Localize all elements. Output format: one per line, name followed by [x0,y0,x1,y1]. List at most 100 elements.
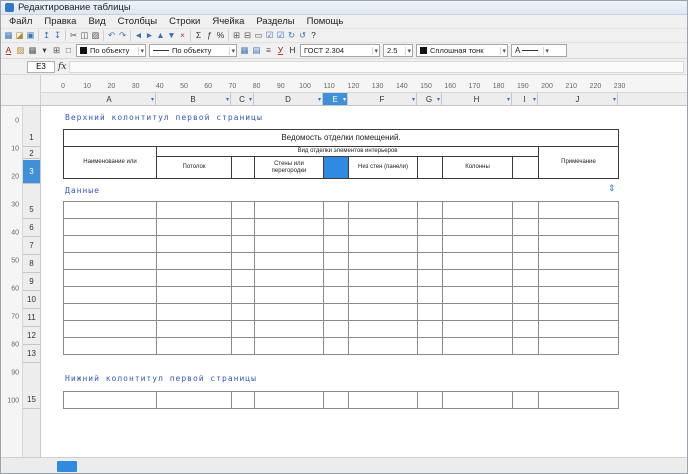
data-cell[interactable] [443,202,513,219]
data-cell[interactable] [232,321,255,338]
line-color-combo[interactable]: По объекту ▾ [76,44,146,57]
data-cell[interactable] [443,219,513,236]
check-alt-button[interactable]: ☑ [275,29,286,42]
data-cell[interactable] [232,236,255,253]
cell-reference[interactable]: E3 [27,61,55,73]
data-cell[interactable] [157,253,232,270]
data-cell[interactable] [349,236,418,253]
delete-cells-button[interactable]: × [177,29,188,42]
style-dropdown-button[interactable]: ▾ [39,44,50,57]
data-cell[interactable] [157,219,232,236]
underline-button[interactable]: У [275,44,286,57]
table-canvas[interactable]: Верхний колонтитул первой страницы Ведом… [41,106,687,459]
empty-cell[interactable] [232,157,255,179]
data-cell[interactable] [418,321,443,338]
inner-border-button[interactable]: ▤ [251,44,262,57]
data-cell[interactable] [255,253,324,270]
height-button[interactable]: Н [287,44,298,57]
data-cell[interactable] [539,270,619,287]
copy-button[interactable]: ◫ [79,29,90,42]
column-header-C[interactable]: C▾ [231,93,254,105]
table-style-button[interactable]: ▦ [27,44,38,57]
data-cell[interactable] [539,202,619,219]
data-cell[interactable] [324,253,349,270]
row-header-5[interactable]: 5 [23,201,40,219]
data-cell[interactable] [64,270,157,287]
data-cell[interactable] [255,202,324,219]
insert-column-left-button[interactable]: ◄ [133,29,144,42]
column-header-G[interactable]: G▾ [417,93,442,105]
cut-button[interactable]: ✂ [68,29,79,42]
data-cell[interactable] [513,236,539,253]
fx-icon[interactable]: fx [58,62,66,72]
data-cell[interactable] [418,270,443,287]
insert-row-below-button[interactable]: ▼ [166,29,177,42]
data-cell[interactable] [418,253,443,270]
split-cells-button[interactable]: ⊟ [242,29,253,42]
column-header-A[interactable]: A▾ [63,93,156,105]
data-cell[interactable] [513,270,539,287]
data-cell[interactable] [255,236,324,253]
data-cell[interactable] [255,338,324,355]
data-cell[interactable] [513,338,539,355]
data-cell[interactable] [232,392,255,409]
refresh-button[interactable]: ↻ [286,29,297,42]
text-style-combo[interactable]: ГОСТ 2.304 ▾ [300,44,380,57]
data-cell[interactable] [255,392,324,409]
data-cell[interactable] [349,287,418,304]
data-cell[interactable] [539,287,619,304]
data-cell[interactable] [539,236,619,253]
row-header-10[interactable]: 10 [23,291,40,309]
ceiling-header-cell[interactable]: Потолок [157,157,232,179]
column-header-J[interactable]: J▾ [538,93,618,105]
row-header-1[interactable]: 1 [23,129,40,147]
data-cell[interactable] [443,236,513,253]
data-cell[interactable] [418,338,443,355]
open-table-button[interactable]: ◪ [14,29,25,42]
data-cell[interactable] [539,321,619,338]
row-header-9[interactable]: 9 [23,273,40,291]
data-cell[interactable] [157,202,232,219]
data-cell[interactable] [255,219,324,236]
data-cell[interactable] [539,304,619,321]
row-header-8[interactable]: 8 [23,255,40,273]
data-cell[interactable] [157,321,232,338]
outer-border-button[interactable]: ▦ [239,44,250,57]
data-cell[interactable] [443,321,513,338]
merge-cells-button[interactable]: ⊞ [231,29,242,42]
data-cell[interactable] [418,236,443,253]
table-title-cell[interactable]: Ведомость отделки помещений. [64,130,619,147]
column-header-E[interactable]: E▾ [323,93,348,105]
data-cell[interactable] [513,253,539,270]
empty-cell[interactable] [418,157,443,179]
status-badge[interactable] [57,461,77,472]
data-cell[interactable] [443,338,513,355]
row-header-12[interactable]: 12 [23,327,40,345]
text-height-combo[interactable]: 2.5 ▾ [383,44,413,57]
data-cell[interactable] [324,202,349,219]
data-cell[interactable] [64,253,157,270]
menu-item[interactable]: Помощь [301,16,350,27]
data-cell[interactable] [349,321,418,338]
data-cell[interactable] [349,219,418,236]
data-cell[interactable] [349,392,418,409]
insert-row-above-button[interactable]: ▲ [155,29,166,42]
menu-item[interactable]: Разделы [250,16,300,27]
data-cell[interactable] [255,321,324,338]
data-cell[interactable] [232,202,255,219]
data-cell[interactable] [64,202,157,219]
data-cell[interactable] [418,304,443,321]
section-resize-icon[interactable]: ⇕ [608,183,616,194]
note-header-cell[interactable]: Примечание [539,147,619,179]
data-cell[interactable] [324,338,349,355]
align-button[interactable]: ≡ [263,44,274,57]
menu-item[interactable]: Строки [163,16,206,27]
data-cell[interactable] [443,392,513,409]
data-cell[interactable] [418,202,443,219]
data-cell[interactable] [324,392,349,409]
autofit-button[interactable]: ▭ [253,29,264,42]
walls-header-cell[interactable]: Стены или перегородки [255,157,324,179]
data-cell[interactable] [232,253,255,270]
row-header-13[interactable]: 13 [23,345,40,363]
data-cell[interactable] [324,270,349,287]
